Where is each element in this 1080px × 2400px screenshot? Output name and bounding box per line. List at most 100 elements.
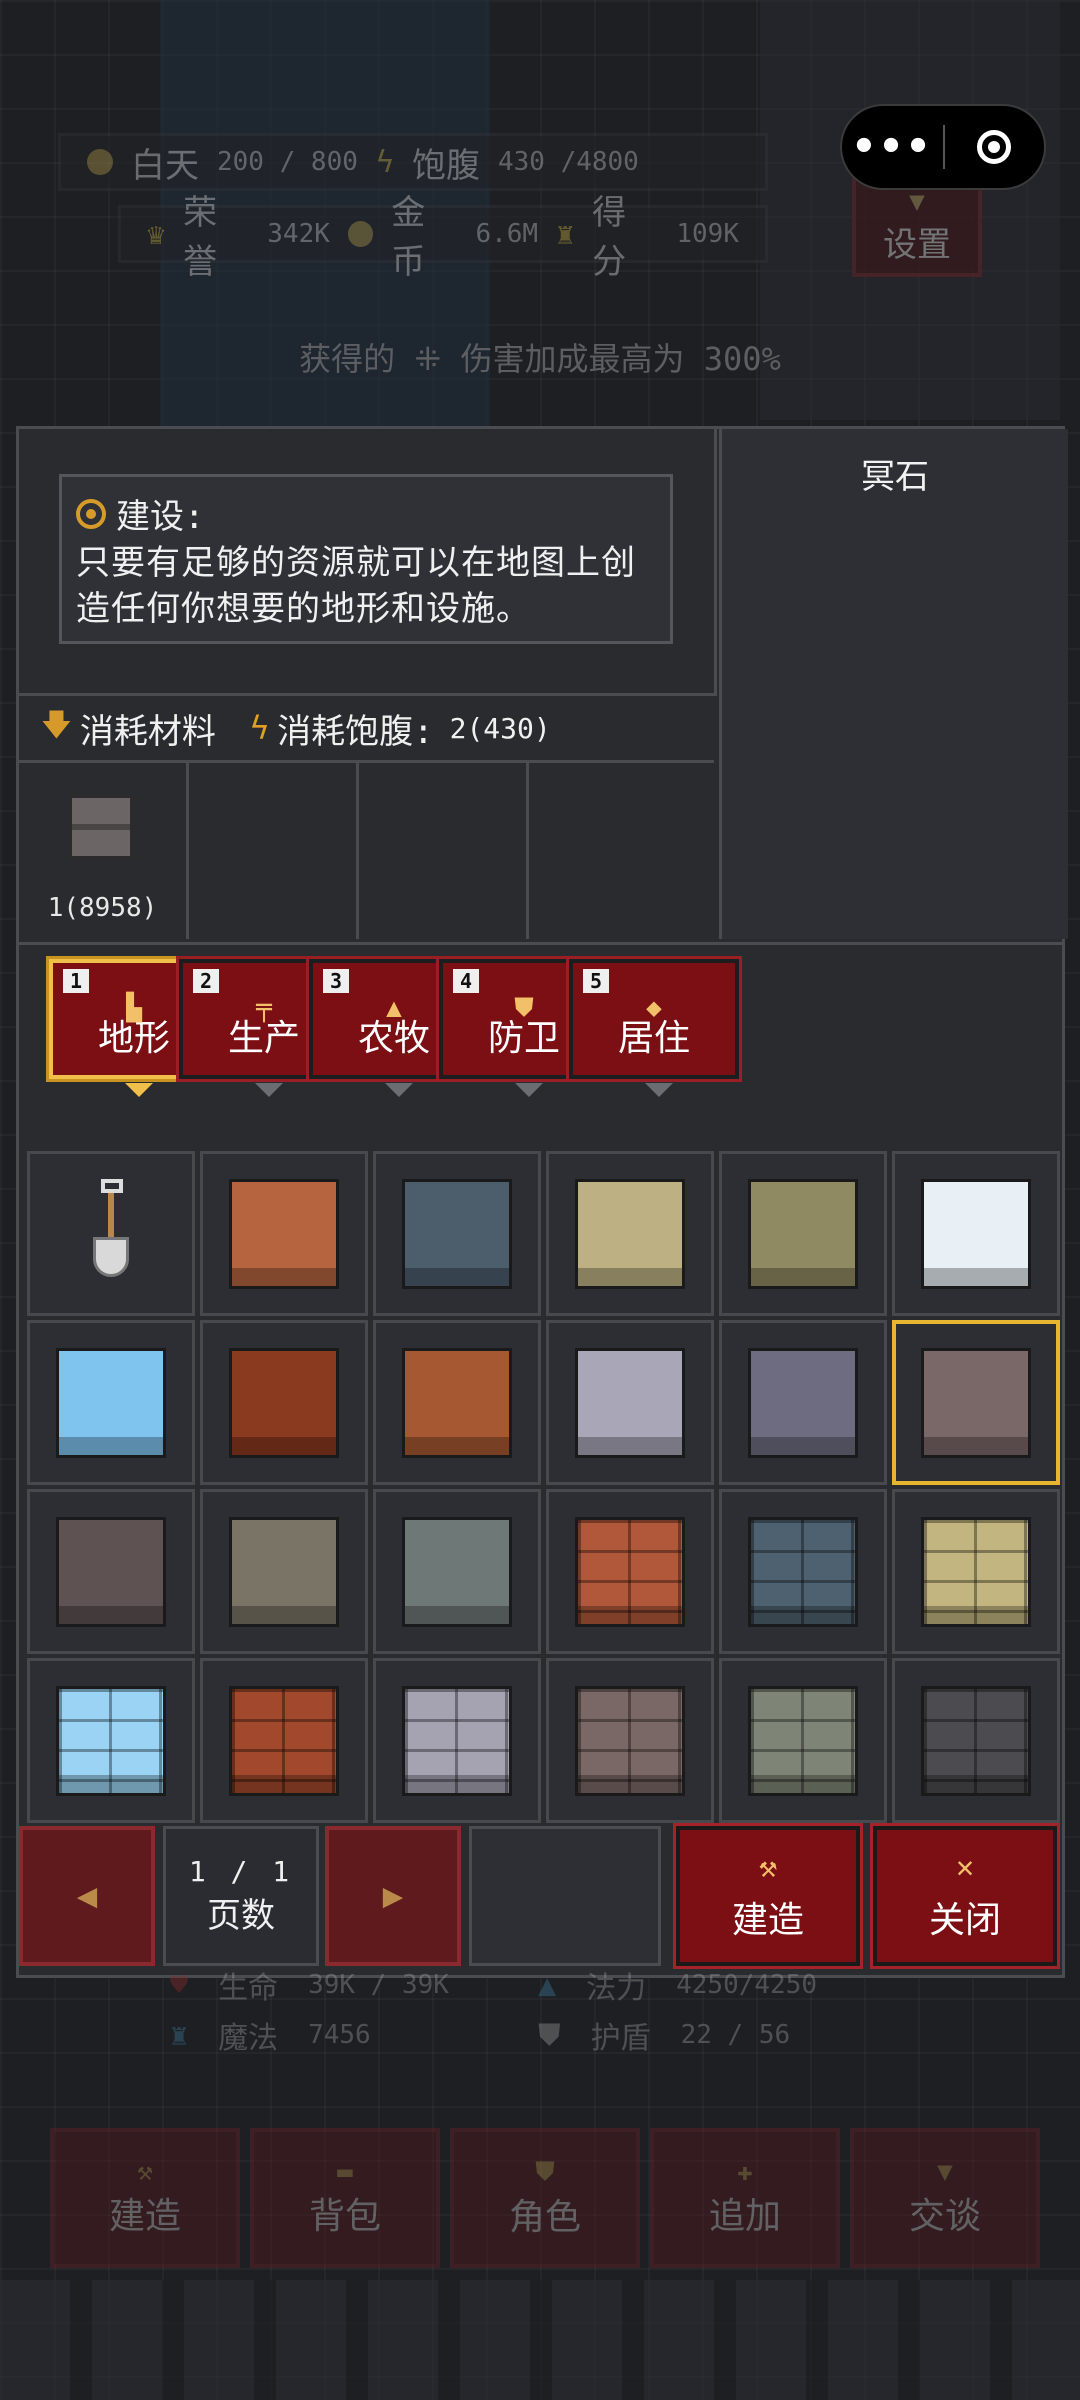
nav-label: 角色 [508,2196,581,2238]
nav-label: 背包 [308,2196,381,2237]
lava-rock-tile-icon [229,1347,339,1458]
caret-down-icon [255,1083,283,1097]
page-number: 1 / 1 [188,1855,294,1888]
page-indicator: 1 / 1 页数 [163,1826,319,1966]
stone-material-icon [69,795,133,859]
tile-cell[interactable] [27,1151,195,1316]
rune-stone-tile-icon [402,1516,512,1627]
nav-character[interactable]: ⛊ 角色 [450,2128,640,2268]
settings-button[interactable]: ▼ 设置 [852,175,982,277]
tile-cell[interactable] [546,1151,714,1316]
damage-bonus-text: 获得的 ⁜ 伤害加成最高为 300% [299,340,781,378]
next-page-button[interactable]: ▶ [325,1826,461,1966]
chat-icon: ▼ [937,2157,953,2187]
tile-cell[interactable] [719,1320,887,1485]
shield-label: 护盾 [590,2021,651,2056]
ice-tile-icon [56,1347,166,1458]
nav-label: 追加 [708,2196,781,2237]
caret-down-icon [385,1083,413,1097]
caret-down-icon [645,1083,673,1097]
tile-cell[interactable] [892,1151,1060,1316]
tile-cell[interactable] [200,1320,368,1485]
material-slot-empty [359,763,529,939]
mp-label: 法力 [586,1971,647,2006]
caret-down-icon [125,1083,153,1097]
red-brick-tile-icon [575,1516,685,1627]
miniprogram-capsule: ••• [840,104,1046,190]
carved-stone-tile-icon [229,1516,339,1627]
settings-label: 设置 [883,224,951,265]
tile-cell[interactable] [27,1320,195,1485]
potion-icon: ▲ [538,1967,557,2003]
close-button[interactable]: ✕ 关闭 [870,1823,1060,1969]
cracked-stone-tile-icon [56,1516,166,1627]
tile-cell[interactable] [373,1320,541,1485]
more-dots-icon[interactable]: ••• [842,124,943,170]
tile-cell[interactable] [200,1151,368,1316]
tile-cell[interactable] [546,1489,714,1654]
tile-cell[interactable] [27,1658,195,1823]
tile-cell[interactable] [719,1151,887,1316]
ground-strip [0,2280,1080,2400]
hp-value: 39K / 39K [308,1970,449,2000]
nav-label: 建造 [108,2196,181,2237]
crown-icon: ♛ [147,216,166,252]
moss-brick-tile-icon [748,1685,858,1796]
category-tabs: 1 ▙ 地形 2 ╤ 生产 3 ▲ 农牧 4 ⛊ 防卫 5 ◆ 居住 [46,956,1049,1097]
tile-cell[interactable] [719,1658,887,1823]
tile-cell[interactable] [200,1658,368,1823]
snow-tile-icon [921,1178,1031,1289]
description-header: 建设: [76,489,656,538]
tab-housing[interactable]: 5 ◆ 居住 [566,956,742,1097]
sand-brick-tile-icon [921,1516,1031,1627]
build-panel: 建设: 只要有足够的资源就可以在地图上创 造任何你想要的地形和设施。 冥石 🡇 … [16,426,1068,1978]
description-line-1: 只要有足够的资源就可以在地图上创 [76,543,636,583]
preview-name: 冥石 [861,457,929,497]
tile-cell[interactable] [546,1658,714,1823]
tile-cell[interactable] [200,1489,368,1654]
ghost-stone-tile-icon [921,1347,1031,1458]
shield-icon: ⛊ [538,2017,561,2053]
build-info-area: 建设: 只要有足够的资源就可以在地图上创 造任何你想要的地形和设施。 [19,429,717,696]
description-text: 只要有足够的资源就可以在地图上创 造任何你想要的地形和设施。 [76,540,656,632]
capsule-close-button[interactable] [945,130,1044,164]
cost-satiety-value: 2(430) [449,711,551,745]
tab-number: 3 [323,969,349,993]
score-value: 109K [676,219,739,249]
material-slot-empty [529,763,714,939]
tile-cell[interactable] [892,1658,1060,1823]
nav-bag[interactable]: ▬ 背包 [250,2128,440,2268]
eye-stone-tile-icon [748,1347,858,1458]
hp-label: 生命 [218,1971,279,2006]
daytime-value: 200 / 800 [217,147,358,177]
build-button[interactable]: ⚒ 建造 [673,1823,863,1969]
hammer-icon: ⚒ [758,1849,778,1885]
action-bar: ◀ 1 / 1 页数 ▶ ⚒ 建造 ✕ 关闭 [19,1823,1062,1976]
tile-cell[interactable] [719,1489,887,1654]
daytime-label: 白天 [131,145,199,186]
material-count: 1(8958) [47,893,158,923]
material-slot[interactable]: 1(8958) [19,763,189,939]
description-title: 建设: [116,497,205,537]
tile-grid [27,1151,1060,1823]
tile-cell[interactable] [373,1658,541,1823]
tile-cell[interactable] [546,1320,714,1485]
satiety-icon: ϟ [249,709,270,747]
sun-icon [87,149,113,175]
bag-icon: ▬ [337,2157,353,2187]
tile-cell[interactable] [892,1320,1060,1485]
tile-cell[interactable] [373,1489,541,1654]
tile-cell[interactable] [373,1151,541,1316]
nav-add[interactable]: ✚ 追加 [650,2128,840,2268]
honor-label: 荣誉 [183,193,218,282]
tile-cell[interactable] [892,1489,1060,1654]
nav-talk[interactable]: ▼ 交谈 [850,2128,1040,2268]
tile-cell[interactable] [27,1489,195,1654]
target-icon [977,130,1012,164]
hud-stats: ♛ 荣誉 342K 金币 6.6M ♜ 得分 109K [118,193,768,282]
satiety-icon: ϟ [375,144,394,180]
prev-page-button[interactable]: ◀ [19,1826,155,1966]
description-line-2: 造任何你想要的地形和设施。 [76,589,531,629]
nav-build[interactable]: ⚒ 建造 [50,2128,240,2268]
magic-icon: ♜ [170,2017,189,2053]
